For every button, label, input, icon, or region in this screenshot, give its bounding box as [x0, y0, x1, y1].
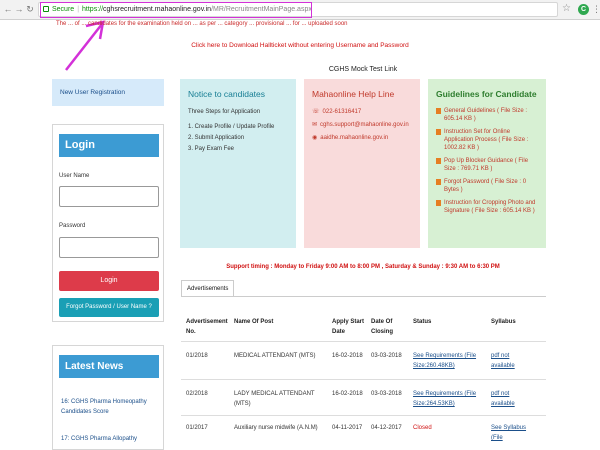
- pdf-icon: [436, 108, 441, 114]
- requirements-link[interactable]: See Requirements (File Size:264.53KB): [413, 389, 479, 409]
- col-start: Apply Start Date: [332, 319, 365, 335]
- row-divider: [181, 415, 546, 416]
- notice-panel: Notice to candidates Three Steps for App…: [180, 79, 296, 248]
- latest-news-panel: Latest News 16: CGHS Pharma Homeopathy C…: [52, 345, 164, 450]
- guideline-link[interactable]: Pop Up Blocker Guidance ( File Size : 76…: [436, 157, 538, 173]
- syllabus-link[interactable]: pdf not available: [491, 389, 531, 409]
- forgot-password-button[interactable]: Forgot Password / User Name ?: [59, 298, 159, 317]
- username-input[interactable]: [59, 186, 159, 207]
- col-closing: Date Of Closing: [371, 319, 393, 335]
- cell-adv-no: 01/2018: [186, 353, 208, 359]
- password-label: Password: [59, 223, 86, 229]
- cell-post: Auxiliary nurse midwife (A.N.M): [234, 425, 318, 431]
- row-divider: [181, 341, 546, 342]
- new-user-registration-link[interactable]: New User Registration: [52, 79, 164, 106]
- guideline-link[interactable]: Instruction for Cropping Photo and Signa…: [436, 199, 538, 215]
- cell-adv-no: 01/2017: [186, 425, 208, 431]
- notice-step: 3. Pay Exam Fee: [188, 146, 235, 152]
- syllabus-link[interactable]: pdf not available: [491, 351, 531, 371]
- col-adv-no: Advertisement No.: [186, 319, 228, 335]
- extension-icon[interactable]: C: [578, 4, 589, 15]
- row-divider: [181, 379, 546, 380]
- login-panel: Login User Name Password Login Forgot Pa…: [52, 124, 164, 322]
- guideline-link[interactable]: Forgot Password ( File Size : 0 Bytes ): [436, 178, 538, 194]
- password-input[interactable]: [59, 237, 159, 258]
- helpline-site-row: ◉ aaidhe.mahaonline.gov.in: [312, 133, 412, 143]
- cell-closing: 04-12-2017: [371, 425, 402, 431]
- notice-step: 2. Submit Application: [188, 135, 245, 141]
- forward-icon[interactable]: →: [14, 4, 24, 15]
- globe-icon: ◉: [312, 135, 318, 141]
- col-syllabus: Syllabus: [491, 319, 516, 325]
- hallticket-link[interactable]: Click here to Download Hallticket withou…: [0, 42, 600, 49]
- news-item[interactable]: 16: CGHS Pharma Homeopathy Candidates Sc…: [61, 397, 159, 417]
- guidelines-title: Guidelines for Candidate: [436, 89, 537, 99]
- login-button[interactable]: Login: [59, 271, 159, 291]
- pdf-icon: [436, 179, 441, 185]
- guideline-link[interactable]: General Guidelines ( File Size : 605.14 …: [436, 107, 538, 123]
- notice-step: 1. Create Profile / Update Profile: [188, 124, 275, 130]
- guideline-link[interactable]: Instruction Set for Online Application P…: [436, 128, 538, 152]
- mock-test-link[interactable]: CGHS Mock Test Link: [180, 66, 546, 73]
- helpline-panel: Mahaonline Help Line ☏ 022-61316417 ✉ cghs…: [304, 79, 420, 248]
- top-notice: The ... of ... candidates for the examin…: [56, 21, 348, 27]
- syllabus-link[interactable]: See Syllabus (File: [491, 423, 531, 443]
- helpline-title: Mahaonline Help Line: [312, 89, 395, 99]
- pdf-icon: [436, 200, 441, 206]
- cell-adv-no: 02/2018: [186, 391, 208, 397]
- username-label: User Name: [59, 173, 90, 179]
- cell-closing: 03-03-2018: [371, 353, 402, 359]
- back-icon[interactable]: ←: [3, 4, 13, 15]
- email-icon: ✉: [312, 122, 318, 128]
- cell-start: 04-11-2017: [332, 425, 363, 431]
- advertisements-table: Advertisement No. Name Of Post Apply Sta…: [181, 296, 546, 450]
- tab-advertisements[interactable]: Advertisements: [181, 280, 235, 296]
- cell-closing: 03-03-2018: [371, 391, 402, 397]
- support-timing: Support timing : Monday to Friday 9:00 A…: [226, 264, 500, 270]
- guidelines-panel: Guidelines for Candidate General Guideli…: [428, 79, 546, 248]
- requirements-link[interactable]: See Requirements (File Size:260.48KB): [413, 351, 479, 371]
- pdf-icon: [436, 158, 441, 164]
- bookmark-star-icon[interactable]: ☆: [562, 3, 571, 15]
- cell-post: LADY MEDICAL ATTENDANT (MTS): [234, 391, 315, 407]
- latest-news-title: Latest News: [59, 355, 159, 378]
- cell-start: 16-02-2018: [332, 391, 363, 397]
- browser-menu-icon[interactable]: ⋮: [592, 3, 600, 15]
- notice-intro: Three Steps for Application: [188, 109, 261, 115]
- col-post: Name Of Post: [234, 319, 274, 325]
- helpline-phone: 022-61316417: [322, 109, 362, 115]
- pdf-icon: [436, 129, 441, 135]
- helpline-email[interactable]: cghs.support@mahaonline.gov.in: [320, 122, 409, 128]
- cell-post: MEDICAL ATTENDANT (MTS): [234, 353, 316, 359]
- helpline-site[interactable]: aaidhe.mahaonline.gov.in: [320, 135, 388, 141]
- login-title: Login: [59, 134, 159, 157]
- notice-title: Notice to candidates: [188, 89, 266, 99]
- status-closed: Closed: [413, 425, 432, 431]
- helpline-email-row: ✉ cghs.support@mahaonline.gov.in: [312, 120, 412, 130]
- cell-start: 16-02-2018: [332, 353, 363, 359]
- helpline-phone-row: ☏ 022-61316417: [312, 107, 412, 117]
- col-status: Status: [413, 319, 432, 325]
- phone-icon: ☏: [312, 109, 320, 115]
- news-item[interactable]: 17: CGHS Pharma Allopathy: [61, 434, 159, 444]
- reload-icon[interactable]: ↻: [25, 4, 35, 15]
